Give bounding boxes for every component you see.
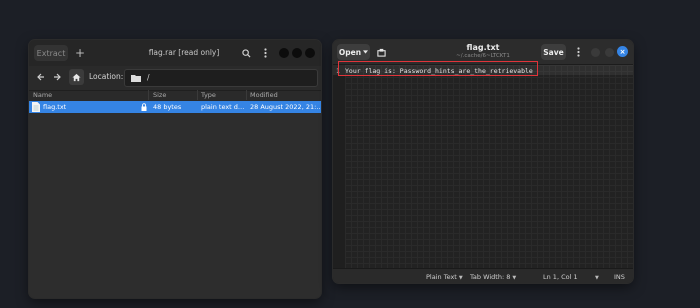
location-label: Location:: [89, 72, 124, 81]
back-button[interactable]: [34, 70, 48, 84]
plus-icon: +: [74, 46, 86, 60]
cursor-position-selector[interactable]: Ln 1, Col 1: [543, 273, 578, 281]
chevron-down-icon: [363, 50, 369, 54]
status-bar: Plain Text ▼ Tab Width: 8 ▼ Ln 1, Col 1 ▼ …: [333, 268, 633, 283]
extract-button[interactable]: Extract: [34, 45, 68, 61]
column-separator: [246, 90, 247, 100]
minimize-button[interactable]: [591, 48, 600, 57]
search-icon: [241, 48, 251, 58]
file-size: 48 bytes: [153, 103, 182, 111]
language-selector[interactable]: Plain Text ▼: [426, 273, 463, 281]
column-size-header[interactable]: Size: [153, 91, 166, 99]
archive-menu-button[interactable]: [259, 46, 271, 60]
column-separator: [197, 90, 198, 100]
column-modified-header[interactable]: Modified: [250, 91, 278, 99]
chevron-down-icon[interactable]: ▼: [593, 273, 599, 281]
save-button[interactable]: Save: [541, 44, 566, 60]
text-editor-area[interactable]: [333, 65, 633, 268]
insert-mode-indicator: INS: [614, 273, 625, 281]
home-button[interactable]: [69, 69, 84, 85]
new-tab-icon: [376, 48, 386, 57]
folder-icon: [131, 75, 141, 82]
location-value: /: [147, 73, 150, 82]
file-type: plain text d…: [201, 103, 245, 111]
file-modified: 28 August 2022, 21:…: [250, 103, 320, 111]
column-separator: [148, 90, 149, 100]
home-icon: [72, 73, 81, 81]
table-row[interactable]: flag.txt 48 bytes plain text d… 28 Augus…: [29, 101, 321, 113]
file-list-area[interactable]: [29, 113, 321, 298]
close-button[interactable]: ×: [617, 46, 628, 57]
cursor-position-label: Ln 1, Col 1: [543, 273, 578, 281]
add-files-button[interactable]: +: [73, 45, 87, 61]
tab-width-label: Tab Width: 8: [470, 273, 511, 281]
arrow-left-icon: [37, 73, 44, 81]
arrow-right-icon: [54, 73, 61, 81]
kebab-menu-icon: [263, 48, 267, 58]
flag-highlight-box: [338, 61, 538, 76]
minimize-button[interactable]: [279, 48, 289, 58]
search-button[interactable]: [239, 46, 253, 60]
file-name: flag.txt: [43, 103, 67, 111]
editor-menu-button[interactable]: [573, 45, 583, 59]
language-label: Plain Text: [426, 273, 457, 281]
column-type-header[interactable]: Type: [201, 91, 216, 99]
maximize-button[interactable]: [605, 48, 614, 57]
chevron-down-icon: ▼: [458, 275, 463, 281]
editor-window-subtitle: ~/.cache/6~LTCKT1: [456, 53, 510, 59]
tab-width-selector[interactable]: Tab Width: 8 ▼: [470, 273, 516, 281]
line-number-gutter: [333, 65, 345, 268]
archive-window-title: flag.rar [read only]: [148, 48, 220, 57]
column-name-header[interactable]: Name: [33, 91, 52, 99]
text-file-icon: [32, 102, 40, 112]
open-button[interactable]: Open: [337, 44, 370, 60]
editor-window-title: flag.txt: [466, 43, 500, 52]
chevron-down-icon: ▼: [512, 275, 517, 281]
lock-icon: [141, 103, 147, 111]
location-field[interactable]: /: [124, 69, 318, 87]
forward-button[interactable]: [50, 70, 64, 84]
maximize-button[interactable]: [292, 48, 302, 58]
text-editor-window: Open flag.txt ~/.cache/6~LTCKT1 Save × 1…: [333, 40, 633, 283]
open-button-label: Open: [338, 47, 362, 57]
kebab-menu-icon: [576, 47, 580, 57]
new-document-button[interactable]: [374, 44, 388, 60]
close-button[interactable]: [305, 48, 315, 58]
close-icon: ×: [619, 47, 626, 56]
archive-manager-window: Extract + flag.rar [read only] Location:…: [29, 40, 321, 298]
